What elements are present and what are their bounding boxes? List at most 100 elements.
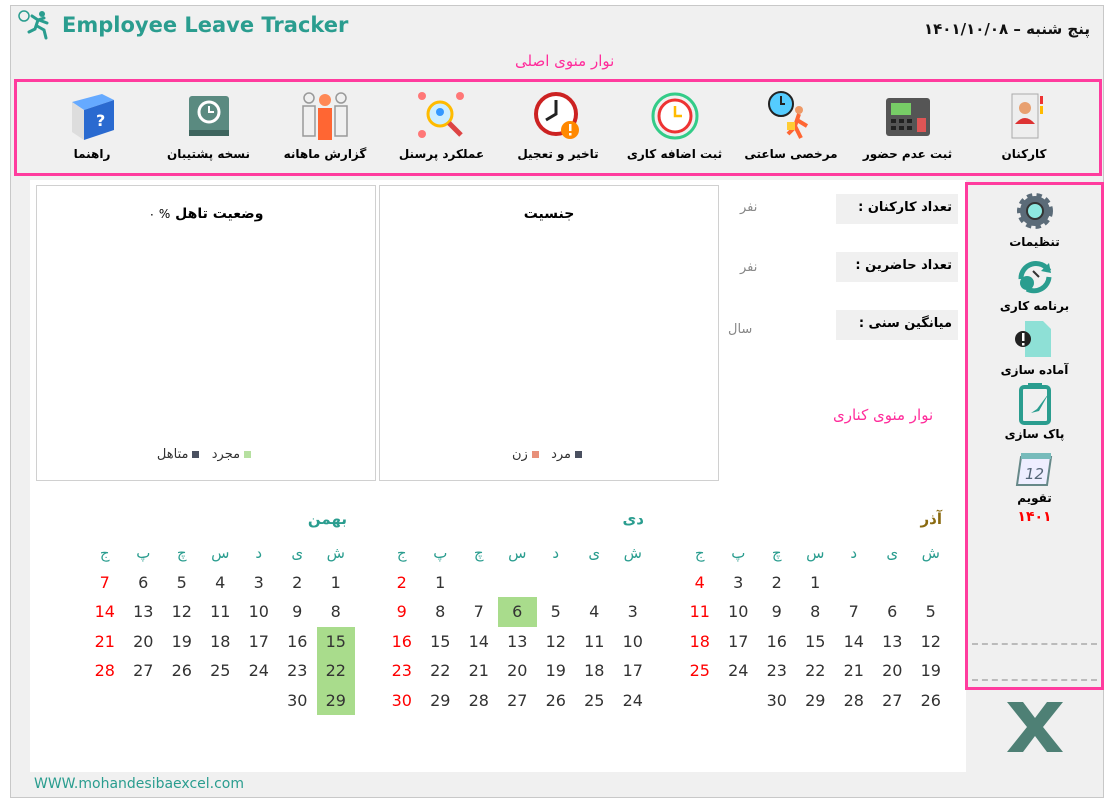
calendar-day[interactable]: 3: [614, 597, 653, 627]
calendar-day[interactable]: 3: [719, 568, 758, 598]
calendar-day[interactable]: 12: [912, 627, 951, 657]
calendar-day[interactable]: 29: [421, 686, 460, 716]
calendar-day[interactable]: 3: [240, 568, 279, 598]
calendar-day[interactable]: 17: [240, 627, 279, 657]
calendar-day[interactable]: 27: [124, 656, 163, 686]
side-item-calendar[interactable]: 12 تقویم: [968, 445, 1101, 505]
calendar-day[interactable]: 2: [758, 568, 797, 598]
calendar-day[interactable]: 20: [873, 656, 912, 686]
calendar-day[interactable]: 14: [460, 627, 499, 657]
calendar-day[interactable]: 23: [278, 656, 317, 686]
calendar-day[interactable]: 23: [383, 656, 422, 686]
calendar-day[interactable]: 11: [575, 627, 614, 657]
calendar-day[interactable]: 1: [796, 568, 835, 598]
menu-item-personnel-search[interactable]: عملکرد پرسنل: [387, 88, 497, 161]
calendar-day[interactable]: 18: [681, 627, 720, 657]
calendar-day[interactable]: 25: [575, 686, 614, 716]
calendar-day[interactable]: 12: [163, 597, 202, 627]
calendar-day[interactable]: 20: [498, 656, 537, 686]
calendar-day[interactable]: 21: [460, 656, 499, 686]
calendar-day[interactable]: 6: [124, 568, 163, 598]
calendar-day[interactable]: 28: [86, 656, 125, 686]
calendar-day[interactable]: 4: [201, 568, 240, 598]
calendar-day[interactable]: 22: [421, 656, 460, 686]
calendar-day[interactable]: 16: [758, 627, 797, 657]
calendar-day[interactable]: 8: [796, 597, 835, 627]
calendar-day[interactable]: 11: [201, 597, 240, 627]
calendar-day[interactable]: 27: [873, 686, 912, 716]
calendar-day[interactable]: 10: [240, 597, 279, 627]
calendar-day[interactable]: 9: [278, 597, 317, 627]
calendar-day[interactable]: 18: [201, 627, 240, 657]
calendar-day[interactable]: 6: [873, 597, 912, 627]
calendar-day[interactable]: 9: [383, 597, 422, 627]
calendar-day[interactable]: 24: [614, 686, 653, 716]
calendar-day[interactable]: 16: [383, 627, 422, 657]
calendar-day[interactable]: 14: [835, 627, 874, 657]
calendar-day[interactable]: 8: [421, 597, 460, 627]
calendar-day[interactable]: 13: [498, 627, 537, 657]
calendar-day[interactable]: 28: [460, 686, 499, 716]
calendar-day[interactable]: 19: [912, 656, 951, 686]
calendar-day[interactable]: 30: [758, 686, 797, 716]
calendar-day[interactable]: 10: [614, 627, 653, 657]
calendar-day[interactable]: 11: [681, 597, 720, 627]
calendar-day[interactable]: 21: [835, 656, 874, 686]
calendar-day[interactable]: 29: [796, 686, 835, 716]
calendar-day[interactable]: 7: [460, 597, 499, 627]
calendar-day[interactable]: 2: [278, 568, 317, 598]
website-link[interactable]: WWW.mohandesibaexcel.com: [34, 776, 244, 792]
menu-item-hourly-leave[interactable]: مرخصی ساعتی: [736, 88, 846, 161]
calendar-day[interactable]: 6: [498, 597, 537, 627]
calendar-day[interactable]: 22: [796, 656, 835, 686]
calendar-day[interactable]: 1: [421, 568, 460, 598]
calendar-day[interactable]: 30: [383, 686, 422, 716]
calendar-day[interactable]: 10: [719, 597, 758, 627]
calendar-day[interactable]: 16: [278, 627, 317, 657]
calendar-day[interactable]: 5: [912, 597, 951, 627]
side-item-work-schedule[interactable]: برنامه کاری: [968, 253, 1101, 313]
calendar-day[interactable]: 19: [537, 656, 576, 686]
menu-item-monthly-report[interactable]: گزارش ماهانه: [270, 88, 380, 161]
calendar-day[interactable]: 24: [719, 656, 758, 686]
calendar-day[interactable]: 18: [575, 656, 614, 686]
calendar-day[interactable]: 24: [240, 656, 279, 686]
calendar-day[interactable]: 9: [758, 597, 797, 627]
calendar-day[interactable]: 15: [316, 626, 355, 656]
calendar-day[interactable]: 13: [873, 627, 912, 657]
calendar-day[interactable]: 8: [317, 597, 356, 627]
calendar-day[interactable]: 30: [278, 686, 317, 716]
calendar-day[interactable]: 17: [719, 627, 758, 657]
calendar-day[interactable]: 27: [498, 686, 537, 716]
calendar-day[interactable]: 15: [421, 627, 460, 657]
calendar-day[interactable]: 4: [681, 568, 720, 598]
calendar-day[interactable]: 2: [383, 568, 422, 598]
menu-item-late-clock[interactable]: تاخیر و تعجیل: [503, 88, 613, 161]
calendar-day[interactable]: 7: [835, 597, 874, 627]
calendar-day[interactable]: 5: [537, 597, 576, 627]
side-item-prepare[interactable]: آماده سازی: [968, 317, 1101, 377]
calendar-day[interactable]: 22: [316, 656, 355, 686]
calendar-day[interactable]: 29: [316, 685, 355, 715]
menu-item-overtime-clock[interactable]: ثبت اضافه کاری: [620, 88, 730, 161]
calendar-day[interactable]: 15: [796, 627, 835, 657]
calendar-day[interactable]: 7: [86, 568, 125, 598]
calendar-day[interactable]: 26: [912, 686, 951, 716]
calendar-day[interactable]: 28: [835, 686, 874, 716]
menu-item-attendance-device[interactable]: ثبت عدم حضور: [853, 88, 963, 161]
calendar-day[interactable]: 25: [681, 656, 720, 686]
menu-item-backup[interactable]: نسخه پشتیبان: [154, 88, 264, 161]
menu-item-help-book[interactable]: ? راهنما: [37, 88, 147, 161]
calendar-day[interactable]: 13: [124, 597, 163, 627]
calendar-day[interactable]: 12: [537, 627, 576, 657]
calendar-day[interactable]: 20: [124, 627, 163, 657]
calendar-day[interactable]: 4: [575, 597, 614, 627]
menu-item-employee-card[interactable]: کارکنان: [969, 88, 1079, 161]
calendar-day[interactable]: 1: [317, 568, 356, 598]
calendar-day[interactable]: 17: [614, 656, 653, 686]
calendar-day[interactable]: 26: [537, 686, 576, 716]
calendar-day[interactable]: 14: [86, 597, 125, 627]
calendar-day[interactable]: 5: [163, 568, 202, 598]
calendar-day[interactable]: 26: [163, 656, 202, 686]
side-item-gear[interactable]: تنظیمات: [968, 189, 1101, 249]
